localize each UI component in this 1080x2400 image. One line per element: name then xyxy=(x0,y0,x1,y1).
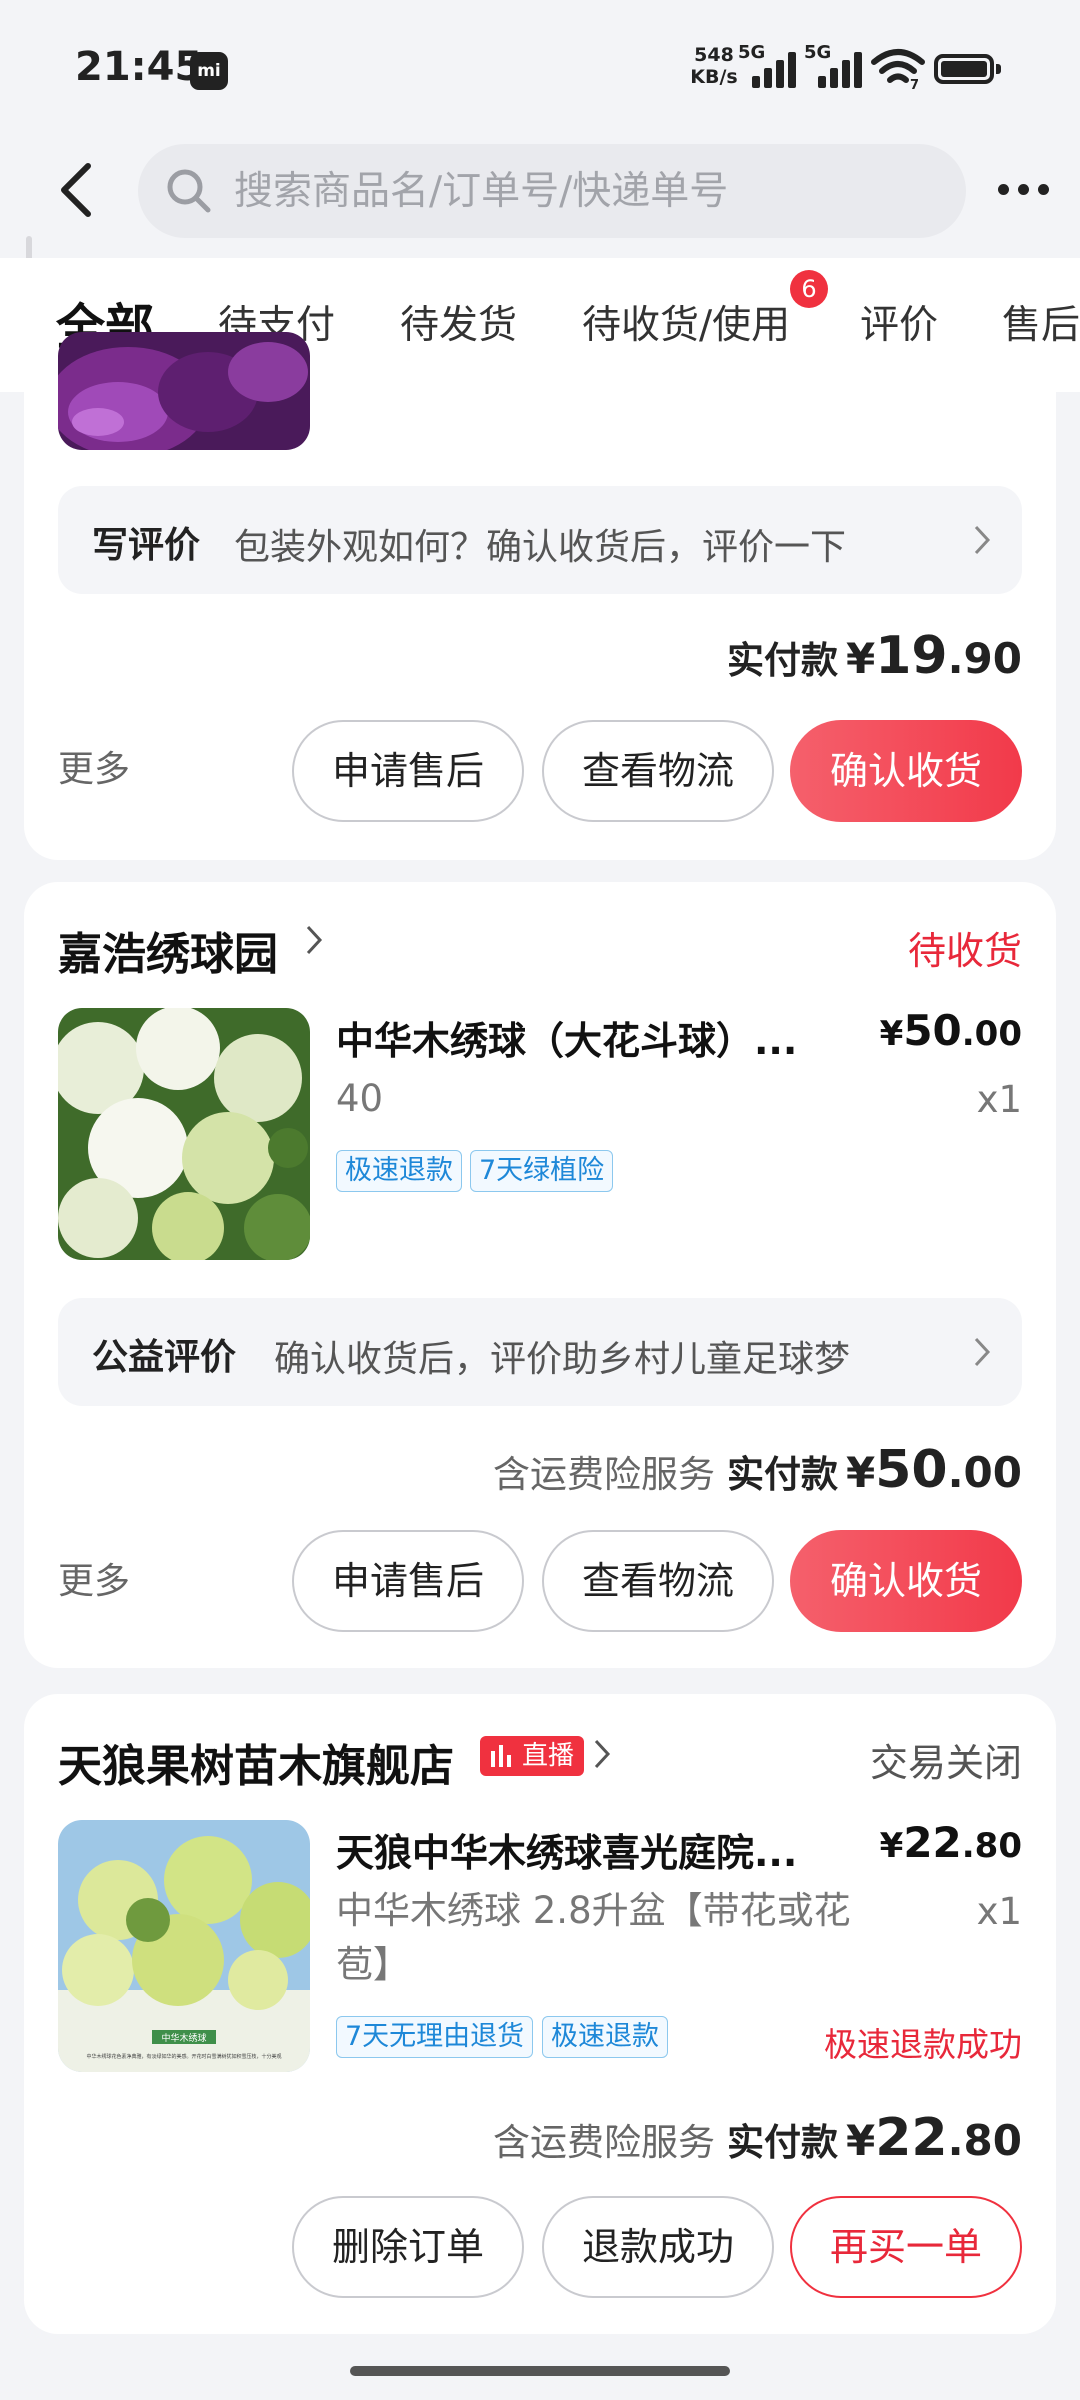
price-currency: ¥ xyxy=(879,1014,904,1054)
wifi-icon: 7 xyxy=(871,49,925,90)
tab-review[interactable]: 评价 xyxy=(860,294,938,350)
view-logistics-button[interactable]: 查看物流 xyxy=(542,1530,774,1632)
product-spec: 40 xyxy=(336,1077,384,1120)
tab-badge-count: 6 xyxy=(790,270,828,308)
delete-order-button[interactable]: 删除订单 xyxy=(292,2196,524,2298)
network-speed-value: 548 xyxy=(694,44,734,66)
tag-fast-refund: 极速退款 xyxy=(336,1150,462,1192)
price-currency: ¥ xyxy=(879,1826,904,1866)
network-speed-unit: KB/s xyxy=(690,66,738,88)
paid-currency: ¥ xyxy=(845,634,876,683)
tag-7day-return: 7天无理由退货 xyxy=(336,2016,534,2058)
review-title: 公益评价 xyxy=(92,1337,237,1378)
tab-after-sale[interactable]: 售后 xyxy=(1002,294,1080,350)
paid-dec: .00 xyxy=(947,1448,1022,1497)
shop-name[interactable]: 天狼果树苗木旗舰店 xyxy=(58,1730,454,1794)
network-speed: 548 KB/s xyxy=(686,44,742,88)
tag-fast-refund: 极速退款 xyxy=(542,2016,668,2058)
home-indicator[interactable] xyxy=(350,2366,730,2376)
product-quantity: x1 xyxy=(976,1890,1022,1933)
more-link[interactable]: 更多 xyxy=(58,1552,130,1604)
tab-pending-receipt[interactable]: 待收货/使用 xyxy=(582,294,790,350)
paid-amount: 实付款 ¥19.90 xyxy=(727,626,1022,686)
thumb-caption-title: 中华木绣球 xyxy=(161,2032,206,2044)
svg-text:7: 7 xyxy=(910,78,919,90)
more-options-icon[interactable] xyxy=(994,172,1054,208)
paid-label: 实付款 xyxy=(726,2121,838,2164)
product-image[interactable] xyxy=(58,1008,310,1260)
order-card: 嘉浩绣球园 待收货 中华木绣球（大花斗球）... ¥50.00 40 x1 极速… xyxy=(24,882,1056,1668)
confirm-receipt-button[interactable]: 确认收货 xyxy=(790,720,1022,822)
search-icon xyxy=(167,169,211,213)
price-dec: .00 xyxy=(961,1014,1022,1054)
confirm-receipt-button[interactable]: 确认收货 xyxy=(790,1530,1022,1632)
paid-label: 实付款 xyxy=(726,1453,838,1496)
product-title[interactable]: 天狼中华木绣球喜光庭院... xyxy=(336,1822,797,1877)
order-card: 天狼果树苗木旗舰店 直播 交易关闭 中华木绣球 中华木绣球花色素净典雅，有淡绿如… xyxy=(24,1694,1056,2334)
paid-int: 22 xyxy=(875,2108,948,2168)
apply-after-sale-button[interactable]: 申请售后 xyxy=(292,1530,524,1632)
review-hint: 确认收货后，评价助乡村儿童足球梦 xyxy=(274,1339,851,1380)
signal-sim1-icon: 5G xyxy=(738,42,798,88)
search-bar[interactable] xyxy=(138,144,966,238)
paid-currency: ¥ xyxy=(845,2116,876,2165)
shop-name[interactable]: 嘉浩绣球园 xyxy=(58,918,278,982)
refund-success-button[interactable]: 退款成功 xyxy=(542,2196,774,2298)
paid-amount: 含运费险服务 实付款 ¥22.80 xyxy=(493,2108,1022,2168)
price-int: 50 xyxy=(903,1006,962,1055)
product-spec: 中华木绣球 2.8升盆【带花或花苞】 xyxy=(336,1889,851,1986)
product-price: ¥50.00 xyxy=(880,1006,1022,1055)
order-status: 交易关闭 xyxy=(869,1741,1022,1785)
review-title: 写评价 xyxy=(92,525,201,566)
status-bar: 21:45 mi 548 KB/s 5G 5G 7 xyxy=(0,0,1080,140)
sim1-label: 5G xyxy=(738,42,766,63)
thumb-caption-text: 中华木绣球花色素净典雅，有淡绿如华的美感。开花时白雪满树犹如积雪压枝，十分美观 xyxy=(86,2053,281,2060)
live-badge-label: 直播 xyxy=(521,1741,574,1771)
paid-int: 19 xyxy=(875,626,948,686)
buy-again-button[interactable]: 再买一单 xyxy=(790,2196,1022,2298)
paid-int: 50 xyxy=(875,1440,948,1500)
live-bars-icon xyxy=(491,1745,511,1767)
paid-dec: .80 xyxy=(947,2116,1022,2165)
tab-pending-shipment[interactable]: 待发货 xyxy=(400,294,517,350)
chevron-right-icon[interactable] xyxy=(592,1738,612,1770)
product-quantity: x1 xyxy=(976,1078,1022,1121)
product-title[interactable]: 中华木绣球（大花斗球）... xyxy=(336,1010,797,1065)
order-card: 写评价 包装外观如何？确认收货后，评价一下 实付款 ¥19.90 更多 申请售后 … xyxy=(24,332,1056,860)
sim2-label: 5G xyxy=(804,42,832,63)
search-input[interactable] xyxy=(234,144,934,238)
more-link[interactable]: 更多 xyxy=(58,740,130,792)
paid-amount: 含运费险服务 实付款 ¥50.00 xyxy=(493,1440,1022,1500)
product-price: ¥22.80 xyxy=(880,1818,1022,1867)
review-hint: 包装外观如何？确认收货后，评价一下 xyxy=(234,527,847,568)
back-arrow-icon[interactable] xyxy=(52,160,102,220)
clock: 21:45 xyxy=(75,44,203,90)
chevron-right-icon[interactable] xyxy=(304,924,324,956)
signal-sim2-icon: 5G xyxy=(804,42,864,88)
product-image[interactable] xyxy=(58,332,310,450)
shipping-insurance-service: 含运费险服务 xyxy=(492,1453,715,1496)
price-int: 22 xyxy=(903,1818,962,1867)
product-image[interactable]: 中华木绣球 中华木绣球花色素净典雅，有淡绿如华的美感。开花时白雪满树犹如积雪压枝… xyxy=(58,1820,310,2072)
order-status: 待收货 xyxy=(907,929,1022,973)
chevron-right-icon xyxy=(974,1337,991,1367)
live-badge: 直播 xyxy=(480,1736,584,1776)
charity-review-bar[interactable]: 公益评价 确认收货后，评价助乡村儿童足球梦 xyxy=(58,1298,1022,1406)
mi-notification-icon: mi xyxy=(190,52,228,90)
battery-icon xyxy=(934,54,1001,84)
paid-dec: .90 xyxy=(947,634,1022,683)
paid-currency: ¥ xyxy=(845,1448,876,1497)
price-dec: .80 xyxy=(961,1826,1022,1866)
tag-plant-insurance: 7天绿植险 xyxy=(470,1150,614,1192)
chevron-right-icon xyxy=(974,525,991,555)
paid-label: 实付款 xyxy=(726,639,838,682)
shipping-insurance-service: 含运费险服务 xyxy=(492,2121,715,2164)
refund-status: 极速退款成功 xyxy=(824,2025,1022,2064)
apply-after-sale-button[interactable]: 申请售后 xyxy=(292,720,524,822)
view-logistics-button[interactable]: 查看物流 xyxy=(542,720,774,822)
write-review-bar[interactable]: 写评价 包装外观如何？确认收货后，评价一下 xyxy=(58,486,1022,594)
